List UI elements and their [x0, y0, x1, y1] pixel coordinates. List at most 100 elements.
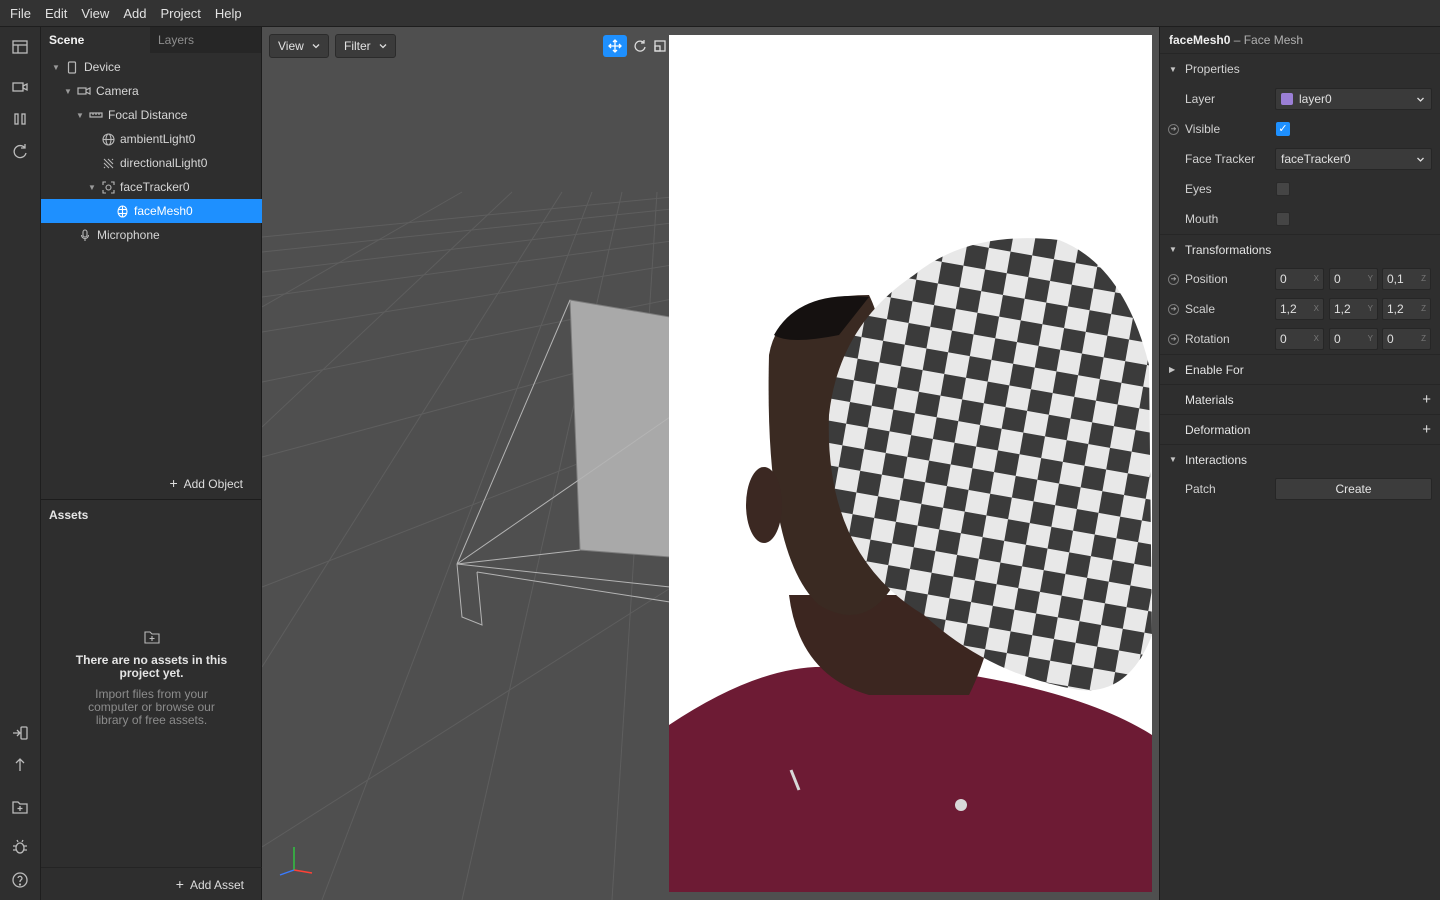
layer-color-swatch	[1281, 93, 1293, 105]
object-type: – Face Mesh	[1233, 33, 1304, 47]
expand-caret-icon[interactable]: ▶	[1169, 365, 1175, 374]
prop-rotation: ➔ Rotation 0X 0Y 0Z	[1160, 324, 1440, 354]
face-tracker-icon	[101, 180, 115, 194]
tree-item-ambient-light[interactable]: ambientLight0	[41, 127, 262, 151]
prop-patch: Patch Create	[1160, 474, 1440, 504]
tab-scene[interactable]: Scene	[41, 27, 150, 53]
assets-panel: Assets There are no assets in this proje…	[41, 499, 262, 900]
tree-item-directional-light[interactable]: directionalLight0	[41, 151, 262, 175]
prop-visible: ➔ Visible ✓	[1160, 114, 1440, 144]
menu-edit[interactable]: Edit	[38, 0, 74, 27]
rotation-x-input[interactable]: 0X	[1275, 328, 1324, 350]
chevron-down-icon	[312, 44, 320, 49]
plus-icon: +	[169, 475, 178, 491]
create-patch-button[interactable]: Create	[1275, 478, 1432, 500]
ambient-light-icon	[101, 132, 115, 146]
section-enable-for[interactable]: ▶ Enable For	[1160, 354, 1440, 384]
eyes-checkbox[interactable]	[1276, 182, 1290, 196]
scale-z-input[interactable]: 1,2 Z	[1382, 298, 1431, 320]
keyframe-arrow-icon[interactable]: ➔	[1168, 273, 1179, 285]
scale-x-input[interactable]: 1,2 X	[1275, 298, 1324, 320]
empty-title: There are no assets in this project yet.	[75, 653, 228, 680]
menu-view[interactable]: View	[74, 0, 116, 27]
refresh-icon[interactable]	[10, 141, 30, 161]
menu-file[interactable]: File	[3, 0, 38, 27]
send-to-device-icon[interactable]	[10, 723, 30, 743]
tree-item-device[interactable]: ▼ Device	[41, 55, 262, 79]
keyframe-arrow-icon[interactable]: ➔	[1168, 123, 1179, 135]
scene-viewport[interactable]: View Filter	[262, 27, 1159, 900]
chevron-down-icon	[1417, 97, 1424, 102]
tab-layers[interactable]: Layers	[150, 27, 259, 53]
tree-item-label: Device	[84, 60, 121, 74]
chevron-down-icon	[379, 44, 387, 49]
inspector-header: faceMesh0 – Face Mesh	[1160, 27, 1440, 54]
rotation-z-input[interactable]: 0Z	[1382, 328, 1431, 350]
expand-toggle-icon[interactable]: ▼	[63, 87, 73, 96]
visible-checkbox[interactable]: ✓	[1276, 122, 1290, 136]
collapse-caret-icon[interactable]: ▼	[1169, 245, 1177, 254]
tree-item-face-tracker[interactable]: ▼ faceTracker0	[41, 175, 262, 199]
simulator-preview[interactable]	[669, 35, 1152, 892]
layout-icon[interactable]	[10, 37, 30, 57]
filter-dropdown[interactable]: Filter	[335, 34, 396, 58]
scene-tree: ▼ Device ▼ Camera ▼ Focal Distance ambie…	[41, 53, 262, 499]
expand-toggle-icon[interactable]: ▼	[51, 63, 61, 72]
tree-item-label: directionalLight0	[120, 156, 208, 170]
add-object-button[interactable]: + Add Object	[169, 475, 243, 491]
section-transformations[interactable]: ▼ Transformations	[1160, 234, 1440, 264]
mouth-checkbox[interactable]	[1276, 212, 1290, 226]
move-tool-icon[interactable]	[603, 35, 627, 57]
section-interactions[interactable]: ▼ Interactions	[1160, 444, 1440, 474]
collapse-caret-icon[interactable]: ▼	[1169, 455, 1177, 464]
position-z-input[interactable]: 0,1 Z	[1382, 268, 1431, 290]
rotation-y-input[interactable]: 0Y	[1329, 328, 1378, 350]
upload-icon[interactable]	[10, 755, 30, 775]
tree-item-camera[interactable]: ▼ Camera	[41, 79, 262, 103]
menu-help[interactable]: Help	[208, 0, 249, 27]
add-deformation-icon[interactable]: +	[1422, 421, 1431, 438]
tree-item-focal-distance[interactable]: ▼ Focal Distance	[41, 103, 262, 127]
face-tracker-select[interactable]: faceTracker0	[1275, 148, 1432, 170]
focal-distance-icon	[89, 108, 103, 122]
divider	[41, 867, 262, 868]
directional-light-icon	[101, 156, 115, 170]
expand-toggle-icon[interactable]: ▼	[87, 183, 97, 192]
help-icon[interactable]	[10, 870, 30, 890]
rotate-tool-icon[interactable]	[628, 35, 652, 57]
tree-item-label: faceMesh0	[134, 204, 193, 218]
camera-icon	[77, 84, 91, 98]
empty-body: Import files from your computer or brows…	[88, 687, 215, 727]
expand-toggle-icon[interactable]: ▼	[75, 111, 85, 120]
position-x-input[interactable]: 0X	[1275, 268, 1324, 290]
keyframe-arrow-icon[interactable]: ➔	[1168, 333, 1179, 345]
keyframe-arrow-icon[interactable]: ➔	[1168, 303, 1179, 315]
video-camera-icon[interactable]	[10, 77, 30, 97]
section-materials[interactable]: Materials +	[1160, 384, 1440, 414]
layer-select[interactable]: layer0	[1275, 88, 1432, 110]
menu-project[interactable]: Project	[153, 0, 207, 27]
add-folder-icon[interactable]	[10, 797, 30, 817]
tree-item-label: faceTracker0	[120, 180, 190, 194]
scene-layers-tabs: Scene Layers	[41, 27, 261, 53]
view-dropdown[interactable]: View	[269, 34, 329, 58]
section-deformation[interactable]: Deformation +	[1160, 414, 1440, 444]
collapse-caret-icon[interactable]: ▼	[1169, 65, 1177, 74]
menu-add[interactable]: Add	[116, 0, 153, 27]
add-asset-button[interactable]: + Add Asset	[176, 876, 244, 892]
add-material-icon[interactable]: +	[1422, 391, 1431, 408]
face-mesh-icon	[115, 204, 129, 218]
tree-item-face-mesh[interactable]: faceMesh0	[41, 199, 262, 223]
prop-mouth: Mouth	[1160, 204, 1440, 234]
microphone-icon	[78, 228, 92, 242]
bug-icon[interactable]	[10, 837, 30, 857]
section-properties[interactable]: ▼ Properties	[1160, 54, 1440, 84]
menu-bar: File Edit View Add Project Help	[0, 0, 1440, 27]
scale-y-input[interactable]: 1,2 Y	[1329, 298, 1378, 320]
folder-icon	[41, 630, 262, 646]
position-y-input[interactable]: 0Y	[1329, 268, 1378, 290]
assets-title: Assets	[49, 508, 89, 522]
tree-item-microphone[interactable]: Microphone	[41, 223, 262, 247]
pause-icon[interactable]	[10, 109, 30, 129]
scale-tool-icon[interactable]	[651, 35, 669, 57]
